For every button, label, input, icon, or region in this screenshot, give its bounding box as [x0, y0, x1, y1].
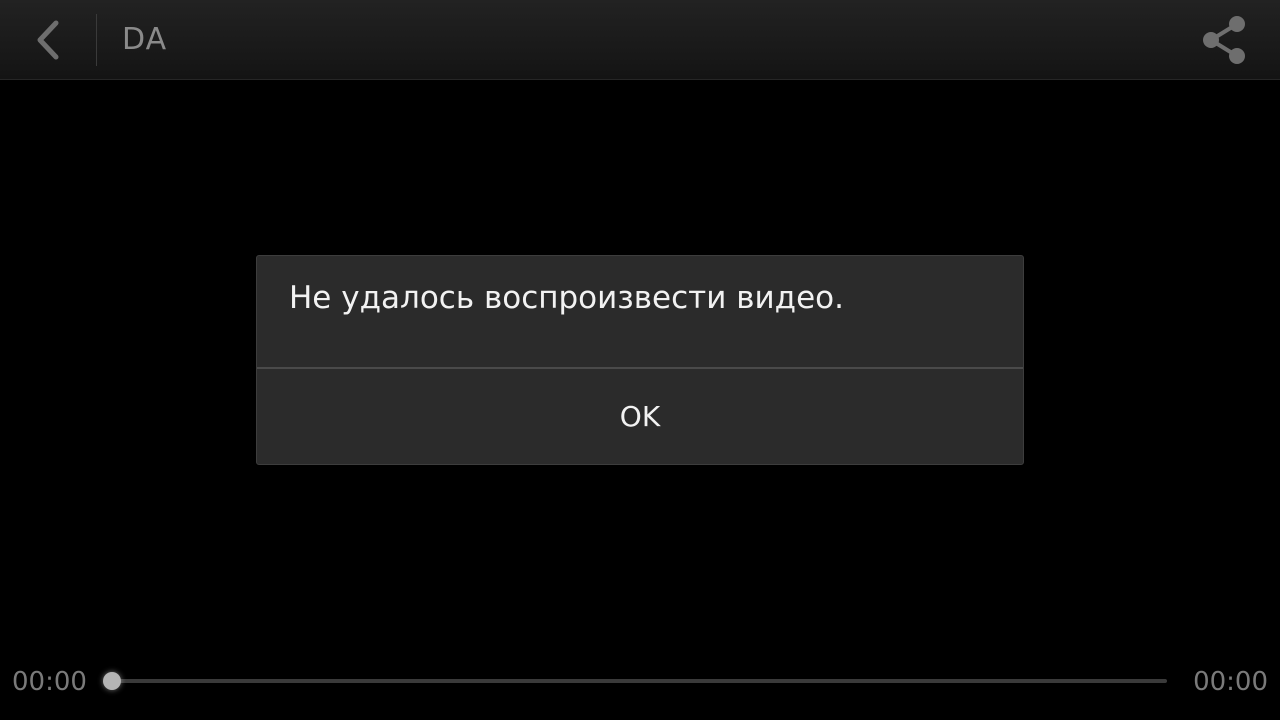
current-time: 00:00 [12, 667, 87, 697]
action-bar-divider [96, 14, 97, 66]
share-icon [1203, 16, 1245, 64]
chevron-left-icon [37, 20, 59, 60]
seek-bar[interactable] [112, 679, 1167, 683]
back-button[interactable] [14, 10, 82, 70]
seek-thumb[interactable] [103, 672, 121, 690]
dialog-message: Не удалось воспроизвести видео. [289, 280, 844, 316]
share-button[interactable] [1192, 10, 1256, 70]
video-player-screen: DA Не удалось воспроизвести видео. OK 00… [0, 0, 1280, 720]
ok-button[interactable]: OK [257, 369, 1023, 464]
page-title: DA [122, 22, 168, 57]
total-time: 00:00 [1193, 667, 1268, 697]
action-bar: DA [0, 0, 1280, 80]
error-dialog: Не удалось воспроизвести видео. OK [256, 255, 1024, 465]
